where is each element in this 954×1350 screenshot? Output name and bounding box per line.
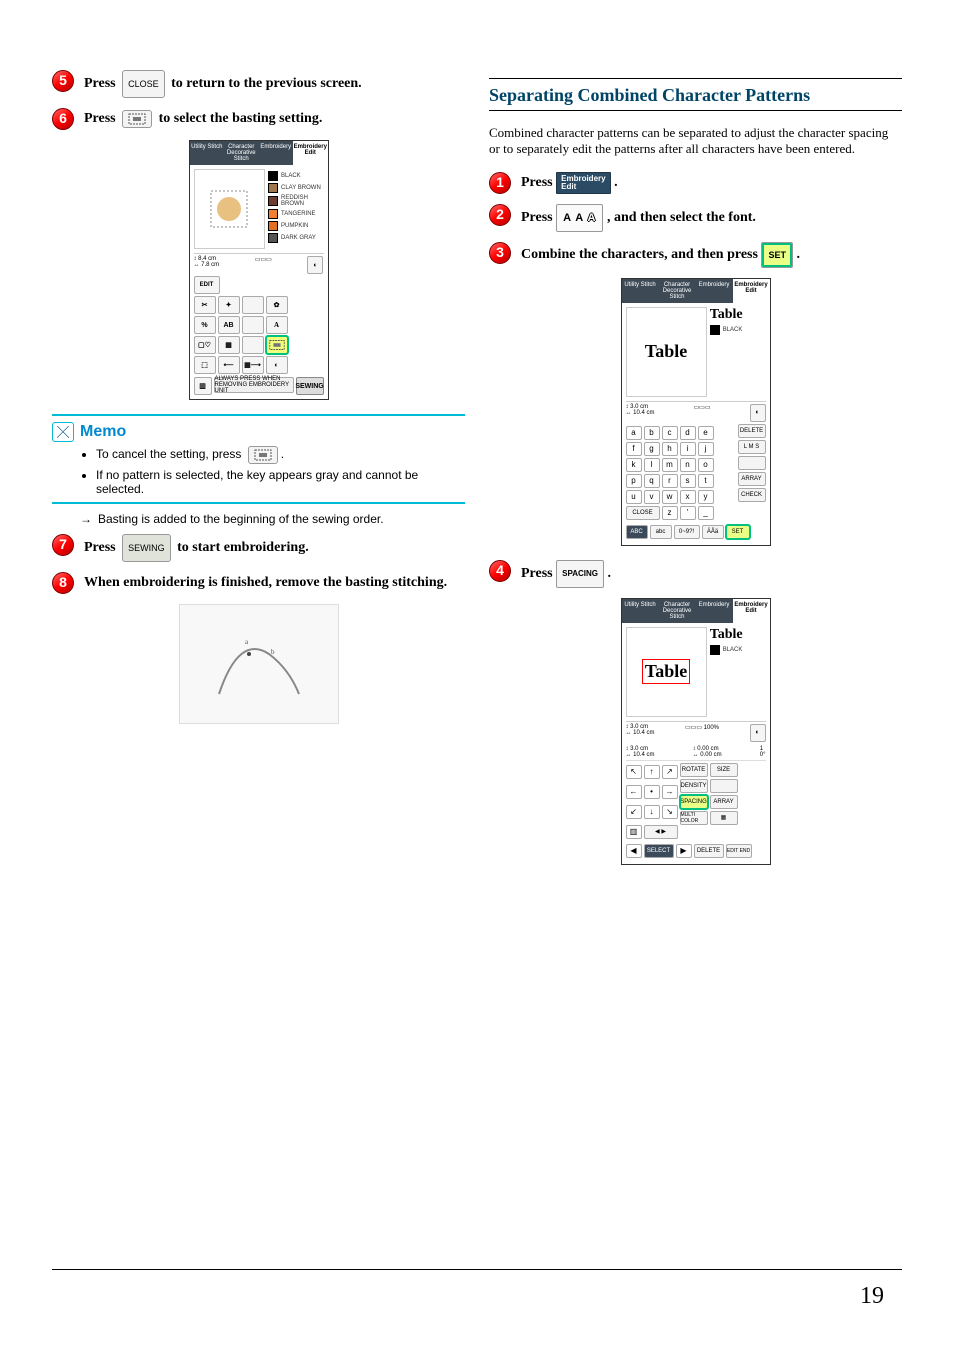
step-marker-5: 5 [52, 70, 74, 92]
step-marker-1: 1 [489, 172, 511, 194]
step8-text: When embroidering is finished, remove th… [84, 572, 465, 594]
step6-text: Press to select the basting setting. [84, 108, 465, 130]
svg-text:b: b [271, 648, 275, 656]
section-heading: Separating Combined Character Patterns [489, 78, 902, 111]
lcd-panel-spacing: Utility Stitch Character Decorative Stit… [621, 598, 771, 865]
embroidery-design-preview [209, 189, 249, 229]
sewing-button-inline[interactable]: SEWING [122, 534, 171, 562]
step1-text: Press EmbroideryEdit . [521, 172, 902, 194]
basting-icon [268, 339, 286, 351]
basting-button-inline-cancel[interactable] [248, 446, 278, 464]
basting-icon [125, 112, 149, 126]
step-marker-7: 7 [52, 534, 74, 556]
spacing-button-inline[interactable]: SPACING [556, 560, 604, 588]
step-marker-4: 4 [489, 560, 511, 582]
lcd-panel-keyboard: Utility Stitch Character Decorative Stit… [621, 278, 771, 546]
footer-rule [52, 1269, 902, 1270]
font-button-inline[interactable]: A A A [556, 204, 603, 232]
basting-photo: ab [179, 604, 339, 724]
step5-text: Press CLOSE to return to the previous sc… [84, 70, 465, 98]
close-button-inline[interactable]: CLOSE [122, 70, 165, 98]
page-number: 19 [860, 1283, 884, 1310]
set-key: SET [726, 525, 750, 539]
step-marker-8: 8 [52, 572, 74, 594]
step-marker-3: 3 [489, 242, 511, 264]
memo-icon [52, 422, 74, 442]
embroidery-edit-button-inline[interactable]: EmbroideryEdit [556, 172, 610, 194]
svg-text:a: a [245, 638, 249, 646]
note-basting-added: → Basting is added to the beginning of t… [80, 512, 465, 526]
step4-text: Press SPACING . [521, 560, 902, 588]
step-marker-2: 2 [489, 204, 511, 226]
basting-button-inline[interactable] [122, 110, 152, 128]
basting-icon [251, 448, 275, 462]
intro-text: Combined character patterns can be separ… [489, 125, 902, 158]
memo-list: To cancel the setting, press . If no pat… [80, 446, 465, 496]
memo-title: Memo [80, 423, 126, 441]
step3-text: Combine the characters, and then press S… [521, 242, 902, 268]
lcd-panel-basting: Utility Stitch Character Decorative Stit… [189, 140, 329, 400]
step2-text: Press A A A , and then select the font. [521, 204, 902, 232]
set-button-inline[interactable]: SET [761, 242, 793, 268]
spacing-key: SPACING [680, 795, 708, 809]
step-marker-6: 6 [52, 108, 74, 130]
step7-text: Press SEWING to start embroidering. [84, 534, 465, 562]
